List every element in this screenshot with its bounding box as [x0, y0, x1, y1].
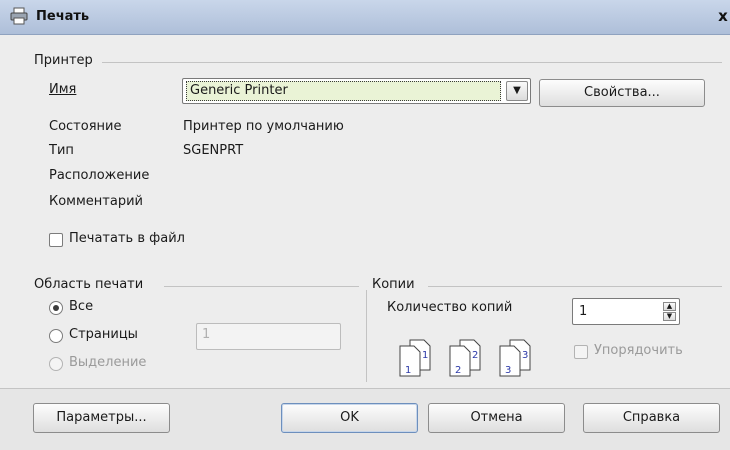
copy-count-spinbox[interactable]: 1 ▲ ▼ [572, 298, 680, 325]
title-bar [0, 0, 730, 35]
page-number: 1 [405, 365, 411, 376]
properties-button[interactable]: Свойства... [539, 79, 705, 107]
printer-group-label: Принтер [34, 53, 93, 68]
close-icon: x [718, 7, 728, 25]
spin-down-icon[interactable]: ▼ [663, 312, 676, 321]
location-label: Расположение [49, 168, 150, 183]
close-button[interactable]: x [712, 5, 730, 27]
all-radio[interactable] [49, 301, 63, 315]
pages-input[interactable]: 1 [196, 323, 341, 350]
page-number: 2 [472, 350, 478, 361]
ok-button[interactable]: OK [281, 403, 418, 433]
collate-label: Упорядочить [594, 343, 683, 358]
page-number: 1 [422, 350, 428, 361]
copies-divider [428, 286, 722, 287]
page-number: 3 [505, 365, 511, 376]
window-title: Печать [36, 9, 90, 24]
selection-label: Выделение [69, 355, 147, 370]
name-label: Имя [49, 82, 77, 97]
print-to-file-checkbox[interactable] [49, 233, 63, 247]
print-range-divider [164, 286, 359, 287]
pages-label[interactable]: Страницы [69, 327, 138, 342]
printer-group-divider [102, 62, 722, 63]
help-button[interactable]: Справка [583, 403, 720, 433]
copy-count-label: Количество копий [387, 300, 513, 315]
status-label: Состояние [49, 119, 122, 134]
print-range-group-label: Область печати [34, 277, 144, 292]
status-value: Принтер по умолчанию [183, 119, 344, 134]
options-button[interactable]: Параметры... [33, 403, 170, 433]
type-label: Тип [49, 143, 74, 158]
page-number: 3 [522, 350, 528, 361]
printer-name-value[interactable]: Generic Printer [186, 81, 501, 101]
all-label[interactable]: Все [69, 299, 93, 314]
print-to-file-label[interactable]: Печатать в файл [69, 231, 185, 246]
copies-group-label: Копии [372, 277, 415, 292]
page-number: 2 [455, 365, 461, 376]
pages-radio[interactable] [49, 329, 63, 343]
copy-count-value[interactable]: 1 [579, 304, 587, 319]
printer-icon [10, 7, 28, 25]
spin-up-icon[interactable]: ▲ [663, 302, 676, 311]
cancel-button[interactable]: Отмена [428, 403, 565, 433]
collate-illustration: 1 1 2 2 3 3 [399, 339, 531, 377]
dropdown-arrow-icon[interactable]: ▼ [506, 81, 528, 101]
comment-label: Комментарий [49, 194, 143, 209]
type-value: SGENPRT [183, 143, 244, 158]
copies-separator [366, 290, 367, 382]
printer-name-combobox[interactable]: Generic Printer ▼ [182, 78, 531, 104]
selection-radio[interactable] [49, 357, 63, 371]
collate-checkbox[interactable] [574, 345, 588, 359]
